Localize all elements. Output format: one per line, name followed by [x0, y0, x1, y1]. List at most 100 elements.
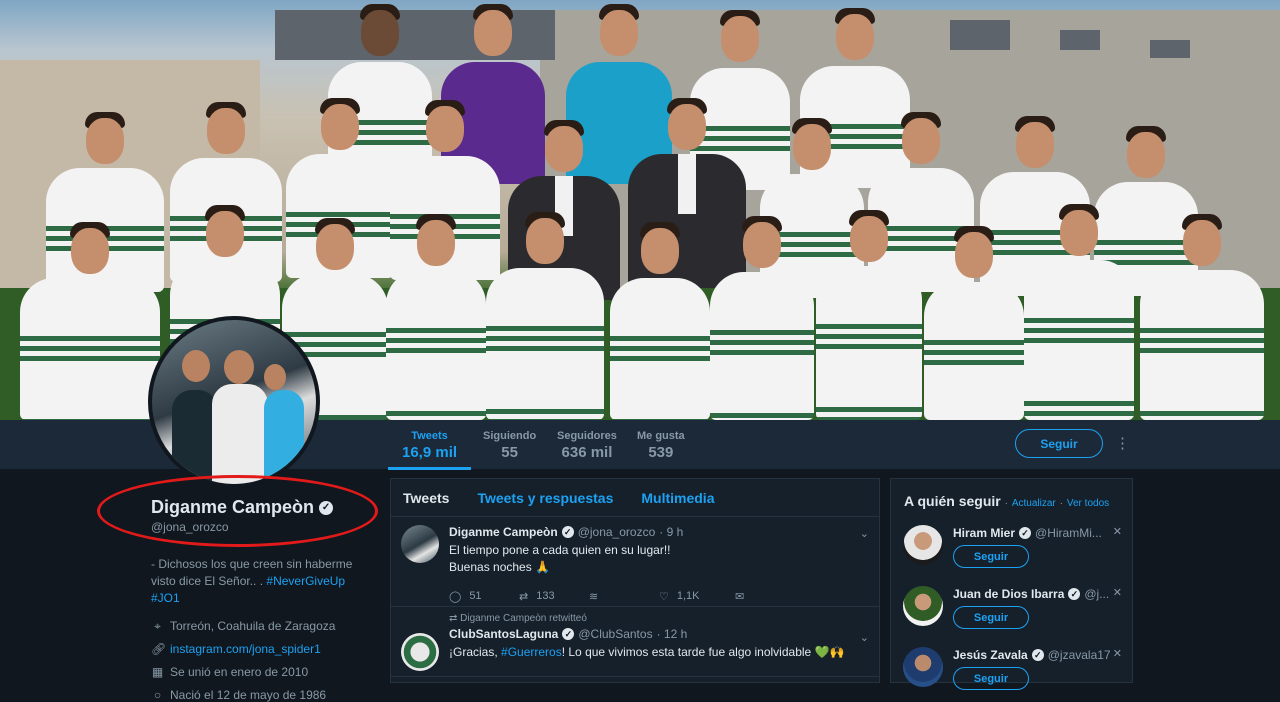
- location-text: Torreón, Coahuila de Zaragoza: [170, 619, 336, 633]
- chevron-down-icon[interactable]: ⌄: [860, 631, 869, 644]
- refresh-link[interactable]: Actualizar: [1012, 498, 1056, 509]
- retweet-note: ⇄ Diganme Campeòn retwitteó: [449, 613, 867, 624]
- who-to-follow-panel: A quién seguir · Actualizar · Ver todos …: [890, 478, 1133, 690]
- suggestion-name-row: Juan de Dios Ibarra ✓ @j...: [953, 587, 1118, 601]
- joined-row: ▦ Se unió en enero de 2010: [151, 665, 376, 679]
- close-icon[interactable]: ✕: [1113, 525, 1122, 538]
- like-action[interactable]: ♡ 1,1K: [659, 590, 735, 603]
- building-window: [950, 20, 1010, 50]
- verified-badge-icon: ✓: [1019, 527, 1032, 539]
- tweet-avatar[interactable]: [401, 525, 439, 563]
- close-icon[interactable]: ✕: [1113, 647, 1122, 660]
- reply-action[interactable]: ◯ 51: [449, 590, 519, 603]
- link-row: 🔗︎ instagram.com/jona_spider1: [151, 642, 376, 656]
- retweet-action[interactable]: ⇄ 133: [519, 590, 589, 603]
- stat-label: Siguiendo: [483, 430, 537, 442]
- suggestion-handle[interactable]: @jzavala17: [1048, 648, 1111, 662]
- suggestion-name-row: Jesús Zavala ✓ @jzavala17: [953, 648, 1118, 662]
- stat-likes[interactable]: Me gusta 539: [637, 430, 685, 461]
- suggestion-name[interactable]: Jesús Zavala: [953, 648, 1028, 662]
- tweet-avatar[interactable]: [401, 633, 439, 671]
- profile-handle[interactable]: @jona_orozco: [151, 520, 376, 534]
- tweet-text-part: ¡Gracias,: [449, 645, 502, 659]
- stat-value: 55: [501, 444, 518, 461]
- suggestion-avatar[interactable]: [903, 647, 943, 687]
- player: [386, 214, 486, 420]
- reply-count: 51: [469, 590, 482, 602]
- hashtag-link[interactable]: #JO1: [151, 591, 180, 605]
- tweet-header: ClubSantosLaguna ✓ @ClubSantos · 12 h: [449, 627, 867, 641]
- who-to-follow-header: A quién seguir · Actualizar · Ver todos: [904, 493, 1110, 509]
- balloon-icon: ○: [153, 688, 162, 702]
- tweet-text: ¡Gracias, #Guerreros! Lo que vivimos est…: [449, 644, 867, 661]
- stack-action[interactable]: ≋: [589, 590, 659, 603]
- stat-tweets[interactable]: Tweets 16,9 mil: [387, 430, 472, 470]
- message-action[interactable]: ✉: [735, 590, 744, 603]
- profile-avatar[interactable]: [148, 316, 320, 488]
- stat-followers[interactable]: Seguidores 636 mil: [557, 430, 617, 461]
- chevron-down-icon[interactable]: ⌄: [860, 527, 869, 540]
- profile-name[interactable]: Diganme Campeòn: [151, 497, 314, 518]
- tweet-text-part: ! Lo que vivimos esta tarde fue algo ino…: [561, 645, 845, 659]
- avatar-figure: [264, 390, 304, 480]
- tweet[interactable]: Diganme Campeòn ✓ @jona_orozco · 9 h ⌄ E…: [391, 517, 879, 607]
- heart-icon: ♡: [659, 590, 669, 603]
- timeline: Tweets Tweets y respuestas Multimedia Di…: [390, 478, 880, 683]
- profile-bio: - Dichosos los que creen sin haberme vis…: [151, 556, 376, 607]
- follow-button[interactable]: Seguir: [953, 545, 1029, 568]
- tweet[interactable]: ⇄ Diganme Campeòn retwitteó ClubSantosLa…: [391, 607, 879, 677]
- tweet-text-line: El tiempo pone a cada quien en su lugar!…: [449, 543, 671, 557]
- tweet-author-handle[interactable]: @ClubSantos: [578, 627, 652, 641]
- hashtag-link[interactable]: #Guerreros: [501, 645, 562, 659]
- suggestion-name-row: Hiram Mier ✓ @HiramMi...: [953, 526, 1118, 540]
- stat-label: Me gusta: [637, 430, 685, 442]
- follow-button[interactable]: Seguir: [953, 606, 1029, 629]
- verified-badge-icon: ✓: [1068, 588, 1081, 600]
- stat-following[interactable]: Siguiendo 55: [483, 430, 536, 461]
- tab-tweets[interactable]: Tweets: [403, 490, 449, 506]
- suggestion-avatar[interactable]: [903, 586, 943, 626]
- tweet-author-handle[interactable]: @jona_orozco: [578, 525, 656, 539]
- tweet-author-name[interactable]: Diganme Campeòn: [449, 525, 558, 539]
- verified-badge-icon: ✓: [1031, 649, 1044, 661]
- retweet-count: 133: [536, 590, 555, 602]
- stack-icon: ≋: [589, 590, 599, 603]
- tweet-header: Diganme Campeòn ✓ @jona_orozco · 9 h: [449, 525, 867, 539]
- suggestion-handle[interactable]: @j...: [1084, 587, 1109, 601]
- verified-badge-icon: ✓: [562, 628, 575, 640]
- retweet-icon: ⇄: [519, 590, 529, 603]
- avatar-face: [224, 350, 254, 384]
- stat-label: Tweets: [411, 430, 448, 442]
- follow-button[interactable]: Seguir: [1015, 429, 1103, 458]
- player: [1024, 204, 1134, 420]
- player: [924, 226, 1024, 420]
- birthday-row: ○ Nació el 12 de mayo de 1986: [151, 688, 376, 702]
- profile-website-link[interactable]: instagram.com/jona_spider1: [170, 642, 321, 656]
- tweet-author-name[interactable]: ClubSantosLaguna: [449, 627, 558, 641]
- tab-media[interactable]: Multimedia: [641, 490, 714, 506]
- verified-badge-icon: ✓: [319, 500, 334, 515]
- tab-tweets-and-replies[interactable]: Tweets y respuestas: [477, 490, 613, 506]
- suggestion-name[interactable]: Hiram Mier: [953, 526, 1015, 540]
- player: [610, 222, 710, 420]
- suggestion-name[interactable]: Juan de Dios Ibarra: [953, 587, 1064, 601]
- reply-icon: ◯: [449, 590, 462, 603]
- suggestion-handle[interactable]: @HiramMi...: [1035, 526, 1102, 540]
- close-icon[interactable]: ✕: [1113, 586, 1122, 599]
- follow-button[interactable]: Seguir: [953, 667, 1029, 690]
- who-to-follow-title: A quién seguir: [904, 493, 1001, 509]
- view-all-link[interactable]: Ver todos: [1067, 498, 1109, 509]
- tweet-time[interactable]: · 9 h: [659, 525, 683, 539]
- suggestion-avatar[interactable]: [903, 525, 943, 565]
- tweet-text: El tiempo pone a cada quien en su lugar!…: [449, 542, 867, 576]
- suggestion-item: Hiram Mier ✓ @HiramMi... ✕ Seguir: [903, 525, 1128, 575]
- profile-card: Diganme Campeòn ✓ @jona_orozco - Dichoso…: [151, 497, 376, 702]
- tweet-time[interactable]: · 12 h: [657, 627, 688, 641]
- suggestion-item: Juan de Dios Ibarra ✓ @j... ✕ Seguir: [903, 586, 1128, 636]
- stat-value: 539: [648, 444, 674, 461]
- tweet-text-line: Buenas noches 🙏: [449, 560, 551, 574]
- more-vertical-icon[interactable]: ⋮: [1115, 432, 1130, 456]
- name-row: Diganme Campeòn ✓: [151, 497, 376, 518]
- avatar-figure: [212, 384, 268, 484]
- hashtag-link[interactable]: #NeverGiveUp: [266, 574, 345, 588]
